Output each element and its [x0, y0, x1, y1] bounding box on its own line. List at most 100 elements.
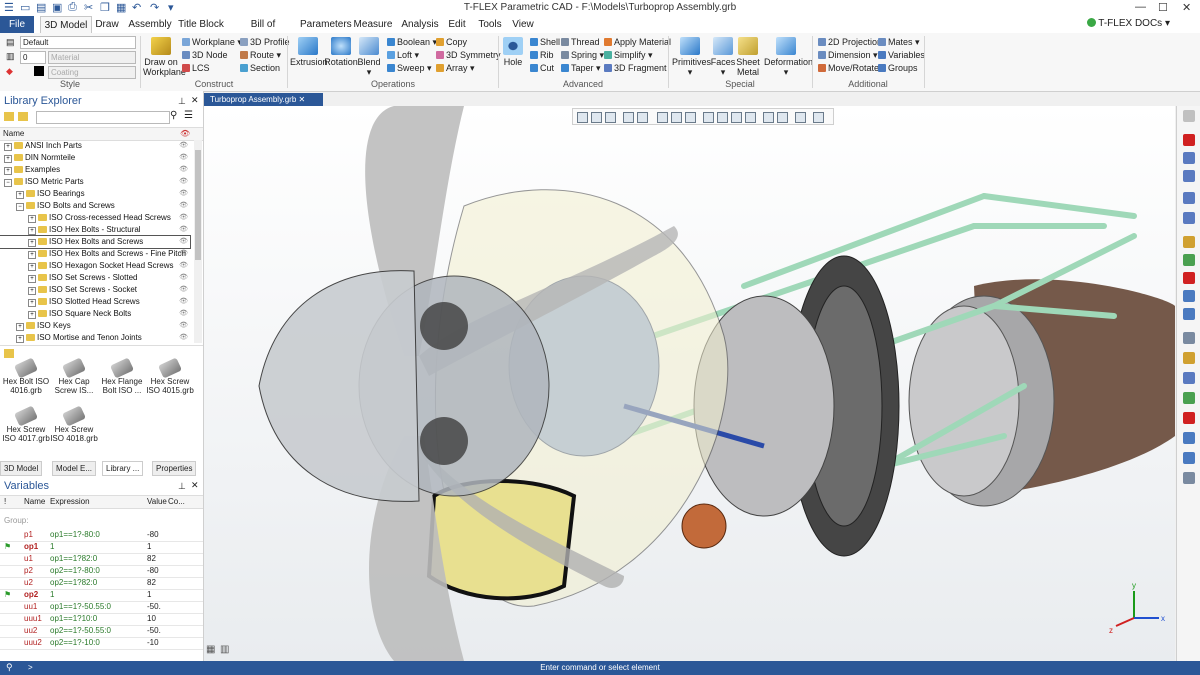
expand-icon[interactable]: +: [28, 239, 36, 247]
expand-icon[interactable]: +: [16, 191, 24, 199]
library-file-item[interactable]: Hex Flange Bolt ISO ...: [98, 357, 146, 395]
collapse-icon[interactable]: −: [16, 203, 24, 211]
visibility-icon[interactable]: 👁: [179, 152, 188, 164]
shade-solid-icon[interactable]: [745, 112, 756, 123]
panel-close-icon[interactable]: ✕: [191, 480, 199, 491]
sweep-button[interactable]: Sweep ▾: [387, 63, 432, 74]
visibility-icon[interactable]: 👁: [179, 260, 188, 272]
pan-icon[interactable]: [1183, 290, 1195, 302]
fragment-3d-button[interactable]: 3D Fragment: [604, 63, 667, 73]
tab-draw[interactable]: Draw: [92, 16, 122, 33]
expand-icon[interactable]: +: [28, 227, 36, 235]
document-tab[interactable]: Turboprop Assembly.grb ✕: [204, 93, 323, 106]
tree-item[interactable]: + ISO Hex Bolts and Screws 👁: [0, 235, 191, 249]
variable-row[interactable]: uuu2 op2==1?-10:0 -10: [0, 637, 203, 650]
view-top-icon[interactable]: [671, 112, 682, 123]
display-mode-icon[interactable]: [1183, 392, 1195, 404]
tree-item[interactable]: + ISO Set Screws - Slotted 👁: [0, 272, 190, 284]
tree-item[interactable]: + ISO Keys 👁: [0, 320, 190, 332]
tree-item[interactable]: + ISO Mortise and Tenon Joints 👁: [0, 332, 190, 344]
shade-wire-icon[interactable]: [703, 112, 714, 123]
tree-item[interactable]: + ISO Hexagon Socket Head Screws 👁: [0, 260, 190, 272]
pin-icon[interactable]: ⊥: [178, 481, 186, 492]
thread-button[interactable]: Thread: [561, 37, 600, 47]
column-name-header[interactable]: Name: [3, 129, 24, 138]
tab-3d-model[interactable]: 3D Model: [40, 16, 92, 33]
variables-button[interactable]: Variables: [878, 50, 925, 60]
workplane-button[interactable]: Workplane ▾: [182, 37, 242, 48]
visibility-icon[interactable]: 👁: [179, 164, 188, 176]
layer-select[interactable]: Default: [20, 36, 136, 49]
rotation-button[interactable]: Rotation: [324, 37, 358, 67]
color-icon[interactable]: ◆: [6, 66, 13, 77]
zoom-out-icon[interactable]: [1183, 170, 1195, 182]
visibility-icon[interactable]: 👁: [179, 296, 188, 308]
minimize-icon[interactable]: —: [1135, 1, 1146, 13]
boolean-button[interactable]: Boolean ▾: [387, 37, 437, 48]
layers-icon[interactable]: [1183, 412, 1195, 424]
tree-item[interactable]: + ISO Slotted Head Screws 👁: [0, 296, 190, 308]
col-expression[interactable]: Expression: [50, 496, 90, 508]
shell-button[interactable]: Shell: [530, 37, 560, 47]
tree-scrollbar[interactable]: [194, 140, 202, 343]
expand-icon[interactable]: +: [28, 215, 36, 223]
tree-item[interactable]: + DIN Normteile 👁: [0, 152, 190, 164]
library-search-input[interactable]: [36, 111, 170, 124]
expand-icon[interactable]: +: [4, 167, 12, 175]
maximize-icon[interactable]: ☐: [1158, 1, 1168, 14]
tflex-docs-button[interactable]: T-FLEX DOCs ▾: [1087, 18, 1170, 29]
expand-icon[interactable]: +: [28, 311, 36, 319]
visibility-icon[interactable]: 👁: [179, 176, 188, 188]
measure-icon[interactable]: [1183, 272, 1195, 284]
shade-texture-icon[interactable]: [763, 112, 774, 123]
visibility-icon[interactable]: 👁: [179, 140, 188, 152]
symmetry-3d-button[interactable]: 3D Symmetry: [436, 50, 501, 60]
tree-item[interactable]: + ISO Bearings 👁: [0, 188, 190, 200]
node-3d-button[interactable]: 3D Node: [182, 50, 228, 60]
tree-item[interactable]: + ISO Set Screws - Socket 👁: [0, 284, 190, 296]
visibility-icon[interactable]: 👁: [179, 320, 188, 332]
coating-select[interactable]: Coating: [48, 66, 136, 79]
view-check-icon[interactable]: [623, 112, 634, 123]
extrusion-button[interactable]: Extrusion: [290, 37, 328, 67]
route-button[interactable]: Route ▾: [240, 50, 281, 61]
visibility-icon[interactable]: 👁: [179, 308, 188, 320]
expand-icon[interactable]: +: [28, 251, 36, 259]
camera-icon[interactable]: [1183, 372, 1195, 384]
visibility-icon[interactable]: 👁: [179, 248, 188, 260]
visibility-icon[interactable]: 👁: [179, 284, 188, 296]
tab-file[interactable]: File: [0, 16, 34, 33]
copy-button[interactable]: Copy: [436, 37, 467, 47]
profile-3d-button[interactable]: 3D Profile: [240, 37, 290, 47]
library-file-item[interactable]: Hex Cap Screw IS...: [50, 357, 98, 395]
open-folder-icon[interactable]: [18, 112, 28, 121]
view-side-icon[interactable]: [685, 112, 696, 123]
tree-item[interactable]: − ISO Metric Parts 👁: [0, 176, 190, 188]
explode-icon[interactable]: [1183, 452, 1195, 464]
hole-button[interactable]: Hole: [500, 37, 526, 67]
close-icon[interactable]: ✕: [1182, 1, 1191, 14]
shade-hidden-icon[interactable]: [717, 112, 728, 123]
view-split-icon[interactable]: ▥: [220, 644, 229, 655]
material-select[interactable]: Material: [48, 51, 136, 64]
rotate-view-icon[interactable]: [1183, 308, 1195, 320]
view-front-icon[interactable]: [657, 112, 668, 123]
view-layout-icon[interactable]: ▦: [206, 644, 215, 655]
apply-material-button[interactable]: Apply Material: [604, 37, 671, 47]
tree-item[interactable]: + ISO Hex Bolts and Screws - Fine Pitch 👁: [0, 248, 190, 260]
library-file-item[interactable]: Hex Bolt ISO 4016.grb: [2, 357, 50, 395]
visibility-icon[interactable]: 👁: [179, 212, 188, 224]
zoom-in-icon[interactable]: [1183, 152, 1195, 164]
rib-button[interactable]: Rib: [530, 50, 554, 60]
sun-icon[interactable]: [1183, 352, 1195, 364]
tab-parameters[interactable]: Parameters: [300, 16, 352, 33]
expand-icon[interactable]: +: [4, 155, 12, 163]
tree-item[interactable]: + ISO Hex Bolts - Structural 👁: [0, 224, 190, 236]
expand-icon[interactable]: +: [28, 275, 36, 283]
visibility-icon[interactable]: 👁: [179, 188, 188, 200]
material-view-icon[interactable]: [1183, 432, 1195, 444]
tab-view[interactable]: View: [510, 16, 536, 33]
zoom-window-icon[interactable]: [1183, 192, 1195, 204]
panel-close-icon[interactable]: ✕: [191, 95, 199, 106]
tab-edit[interactable]: Edit: [446, 16, 468, 33]
